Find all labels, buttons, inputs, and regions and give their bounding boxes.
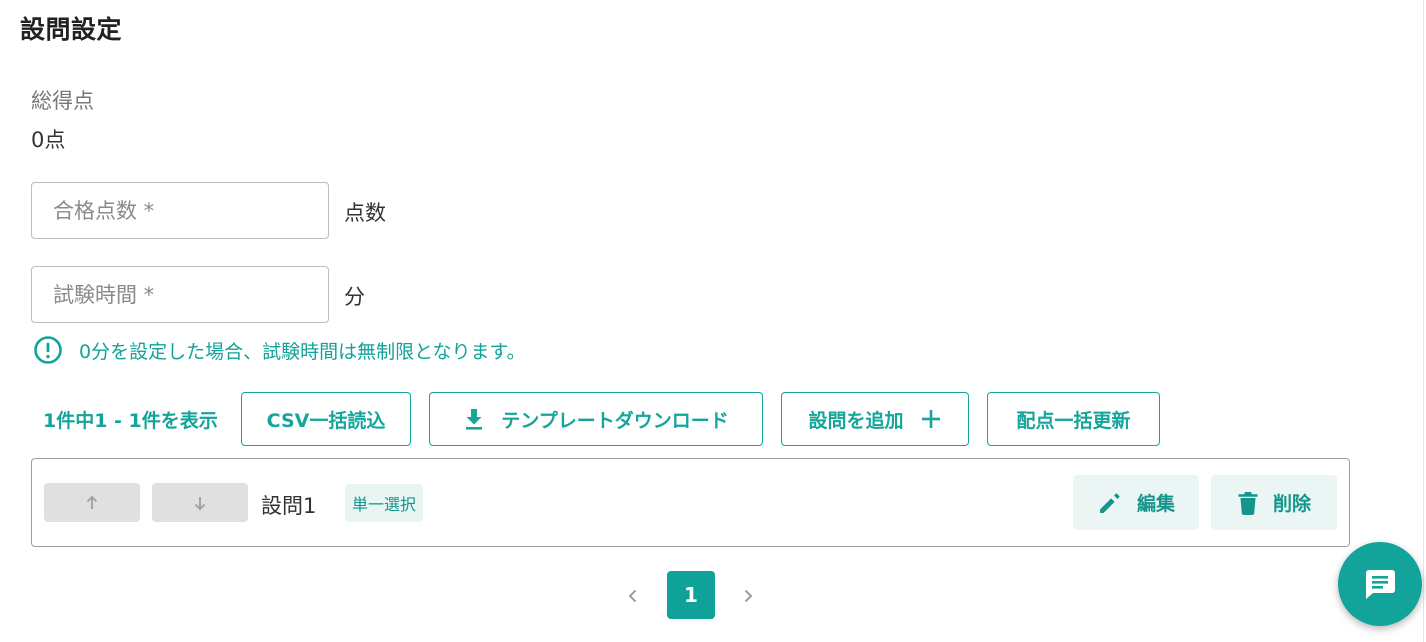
exam-time-field[interactable] — [31, 266, 329, 323]
add-question-label: 設問を追加 — [808, 409, 904, 432]
question-name: 設問1 — [261, 494, 317, 518]
page-number-button[interactable]: 1 — [667, 571, 715, 619]
time-notice: 0分を設定した場合、試験時間は無制限となります。 — [33, 335, 526, 365]
edit-button[interactable]: 編集 — [1073, 475, 1199, 530]
passing-score-input[interactable] — [32, 183, 328, 238]
exclamation-circle-icon — [34, 336, 62, 364]
move-down-button[interactable] — [152, 483, 248, 522]
template-download-button[interactable]: テンプレートダウンロード — [429, 392, 763, 446]
chat-bubble-icon — [1366, 570, 1395, 599]
result-count: 1件中1 - 1件を表示 — [43, 410, 218, 432]
time-notice-text: 0分を設定した場合、試験時間は無制限となります。 — [79, 340, 526, 363]
passing-score-field[interactable] — [31, 182, 329, 239]
csv-import-label: CSV一括読込 — [266, 409, 386, 432]
question-row: 設問1 単一選択 編集 削除 — [31, 458, 1350, 547]
previous-page-button[interactable] — [620, 583, 646, 609]
bulk-score-update-button[interactable]: 配点一括更新 — [987, 392, 1160, 446]
move-up-button[interactable] — [44, 483, 140, 522]
question-settings-page: 設問設定 総得点 0点 点数 分 0分を設定した場合、試験時間は無制限となります… — [0, 0, 1426, 642]
arrow-up-icon — [86, 495, 98, 509]
right-edge-divider — [1423, 0, 1424, 642]
next-page-button[interactable] — [735, 583, 761, 609]
total-score-label: 総得点 — [31, 89, 94, 113]
passing-score-unit: 点数 — [344, 201, 386, 225]
exam-time-input[interactable] — [32, 267, 328, 322]
chevron-left-icon — [628, 589, 637, 603]
plus-icon — [921, 410, 940, 428]
bulk-score-update-label: 配点一括更新 — [1016, 409, 1131, 432]
total-score-value: 0点 — [31, 128, 66, 152]
page-title: 設問設定 — [20, 15, 123, 44]
csv-import-button[interactable]: CSV一括読込 — [241, 392, 411, 446]
chat-button[interactable] — [1338, 542, 1422, 626]
edit-label: 編集 — [1136, 493, 1175, 515]
download-icon — [466, 409, 483, 430]
trash-icon — [1238, 491, 1258, 515]
exam-time-unit: 分 — [344, 285, 365, 309]
chevron-right-icon — [744, 589, 753, 603]
pencil-icon — [1099, 493, 1120, 513]
question-type-badge: 単一選択 — [345, 484, 424, 522]
template-download-label: テンプレートダウンロード — [501, 409, 729, 432]
delete-label: 削除 — [1272, 493, 1311, 515]
arrow-down-icon — [194, 496, 206, 510]
add-question-button[interactable]: 設問を追加 — [781, 392, 969, 446]
delete-button[interactable]: 削除 — [1211, 475, 1337, 530]
